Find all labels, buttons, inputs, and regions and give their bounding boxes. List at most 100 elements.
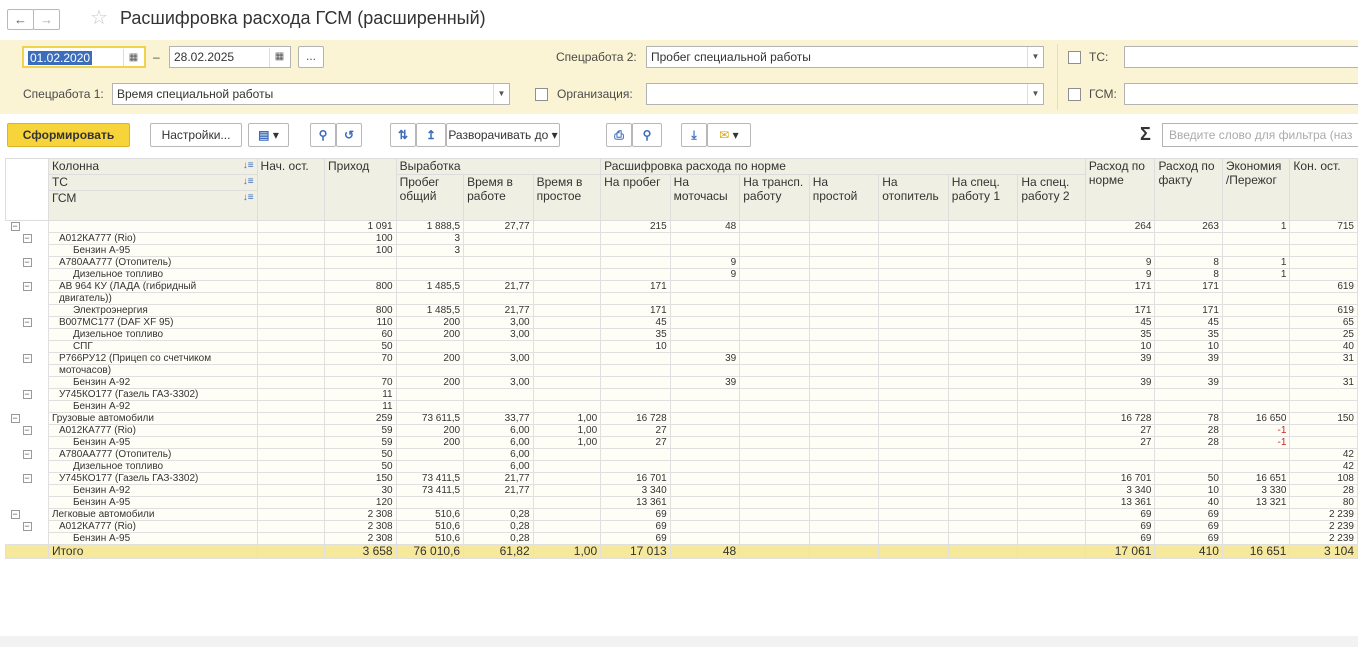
cell-fact[interactable] <box>1154 400 1223 413</box>
cell-ns1[interactable] <box>947 496 1019 509</box>
cell-fact[interactable]: 50 <box>1154 472 1223 485</box>
row-name[interactable]: Легковые автомобили <box>47 508 258 521</box>
cell-ni[interactable] <box>808 412 880 425</box>
cell-ns2[interactable] <box>1017 220 1086 233</box>
cell-nt[interactable] <box>739 256 810 269</box>
cell-end[interactable]: 31 <box>1289 352 1358 365</box>
cell-idle[interactable] <box>532 328 602 341</box>
total-work[interactable]: 61,82 <box>463 544 534 559</box>
org-select[interactable]: ▼ <box>646 83 1044 105</box>
cell-end[interactable] <box>1289 232 1358 245</box>
table-row[interactable]: − А012КА777 (Rio) 59 200 6,00 1,00 27 27 28 -1 <box>5 424 1358 437</box>
cell-start[interactable] <box>256 520 326 533</box>
cell-fact[interactable]: 28 <box>1154 424 1223 437</box>
cell-fact[interactable] <box>1154 460 1223 473</box>
cell-idle[interactable]: 1,00 <box>532 424 602 437</box>
total-end[interactable]: 3 104 <box>1289 544 1358 559</box>
cell-end[interactable]: 2 239 <box>1289 532 1358 545</box>
cell-ns2[interactable] <box>1017 316 1086 329</box>
cell-end[interactable]: 2 239 <box>1289 520 1358 533</box>
cell-nm[interactable] <box>600 352 671 365</box>
cell-income[interactable]: 800 <box>324 280 397 293</box>
cell-ns1[interactable] <box>947 376 1019 389</box>
cell-ns2[interactable] <box>1017 412 1086 425</box>
tc-field[interactable] <box>1124 46 1358 68</box>
collapse-toggle-icon[interactable]: − <box>22 389 32 399</box>
cell-fact[interactable]: 69 <box>1154 532 1223 545</box>
row-name[interactable]: Бензин А-92 <box>47 400 258 413</box>
cell-mileage[interactable] <box>395 340 465 353</box>
cell-fact[interactable] <box>1154 244 1223 257</box>
cell-fact[interactable]: 28 <box>1154 436 1223 449</box>
cell-start[interactable] <box>256 508 326 521</box>
cell-ns1[interactable] <box>947 520 1019 533</box>
cell-ni[interactable] <box>808 532 880 545</box>
cell-idle[interactable] <box>532 280 602 293</box>
cell-econ[interactable]: 13 321 <box>1221 496 1291 509</box>
cell-fact[interactable]: 10 <box>1154 340 1223 353</box>
cell-nh[interactable] <box>878 256 949 269</box>
cell-econ[interactable] <box>1221 328 1291 341</box>
cell-nh[interactable] <box>878 484 949 497</box>
header-income[interactable]: Приход <box>324 158 397 221</box>
cell-ns2[interactable] <box>1017 496 1086 509</box>
cell-norm[interactable]: 171 <box>1084 280 1156 293</box>
cell-ns2[interactable] <box>1017 532 1086 545</box>
cell-work[interactable] <box>463 340 534 353</box>
collapse-toggle-icon[interactable]: − <box>22 281 32 291</box>
cell-work[interactable]: 21,77 <box>463 472 534 485</box>
cell-nmh[interactable] <box>669 508 741 521</box>
row-name[interactable]: А012КА777 (Rio) <box>47 520 258 533</box>
cell-ns2[interactable] <box>1017 460 1086 473</box>
cell-fact[interactable]: 39 <box>1154 352 1223 365</box>
cell-ns1[interactable] <box>947 436 1019 449</box>
date-from-field[interactable]: 01.02.2020 ▦ <box>22 46 146 68</box>
cell-mileage[interactable]: 200 <box>395 352 465 365</box>
cell-nm[interactable]: 69 <box>600 508 671 521</box>
cell-nmh[interactable] <box>669 520 741 533</box>
cell-ni[interactable] <box>808 352 880 365</box>
total-income[interactable]: 3 658 <box>324 544 397 559</box>
cell-econ[interactable]: 16 651 <box>1221 472 1291 485</box>
cell-income[interactable]: 150 <box>324 472 397 485</box>
header-work-time[interactable]: Время в работе <box>463 174 534 221</box>
cell-norm[interactable]: 69 <box>1084 532 1156 545</box>
cell-norm[interactable] <box>1084 244 1156 257</box>
cell-nt[interactable] <box>739 220 810 233</box>
cancel-search-button[interactable]: ↺ <box>336 123 362 147</box>
cell-fact[interactable]: 35 <box>1154 328 1223 341</box>
cell-work[interactable] <box>463 244 534 257</box>
cell-nt[interactable] <box>739 340 810 353</box>
cell-fact[interactable]: 40 <box>1154 496 1223 509</box>
cell-mileage[interactable]: 510,6 <box>395 520 465 533</box>
cell-fact[interactable]: 69 <box>1154 520 1223 533</box>
cell-idle[interactable] <box>532 352 602 365</box>
cell-ns1[interactable] <box>947 508 1019 521</box>
cell-ns2[interactable] <box>1017 232 1086 245</box>
cell-ns1[interactable] <box>947 400 1019 413</box>
cell-nmh[interactable] <box>669 304 741 317</box>
cell-ni[interactable] <box>808 436 880 449</box>
cell-nt[interactable] <box>739 460 810 473</box>
cell-idle[interactable] <box>532 220 602 233</box>
total-row[interactable]: Итого 3 658 76 010,6 61,82 1,00 17 013 48 17 06… <box>5 544 1358 559</box>
cell-income[interactable]: 100 <box>324 244 397 257</box>
cell-nh[interactable] <box>878 496 949 509</box>
cell-end[interactable]: 31 <box>1289 376 1358 389</box>
total-ni[interactable] <box>808 544 880 559</box>
cell-idle[interactable] <box>532 268 602 281</box>
collapse-toggle-icon[interactable]: − <box>22 449 32 459</box>
cell-ns2[interactable] <box>1017 508 1086 521</box>
total-idle[interactable]: 1,00 <box>532 544 602 559</box>
cell-ni[interactable] <box>808 316 880 329</box>
cell-end[interactable]: 42 <box>1289 448 1358 461</box>
cell-income[interactable] <box>324 256 397 269</box>
table-row[interactable]: Дизельное топливо 60 200 3,00 35 35 35 25 <box>5 328 1358 341</box>
cell-nm[interactable]: 69 <box>600 520 671 533</box>
sort-icon[interactable]: ↓≡ <box>243 160 254 174</box>
cell-ns1[interactable] <box>947 304 1019 317</box>
cell-income[interactable]: 2 308 <box>324 532 397 545</box>
cell-income[interactable]: 11 <box>324 388 397 401</box>
cell-mileage[interactable]: 1 485,5 <box>395 280 465 293</box>
table-row[interactable]: − Р766РУ12 (Прицеп со счетчиком 70 200 3,00 3… <box>5 352 1358 365</box>
